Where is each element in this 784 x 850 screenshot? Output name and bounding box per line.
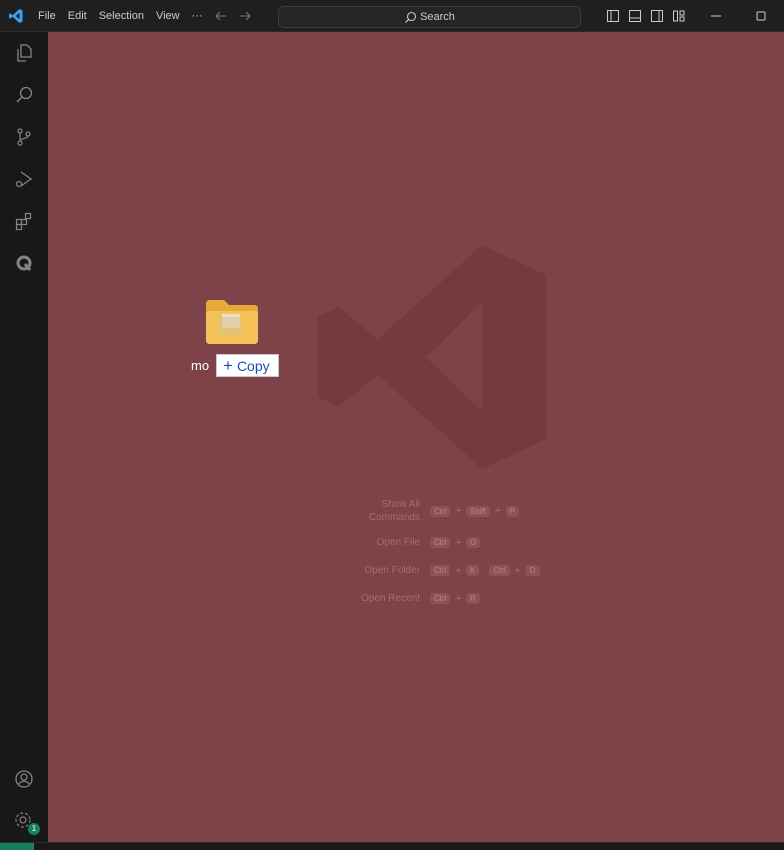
dragged-folder-label: mo	[191, 358, 210, 373]
plus-icon: +	[223, 356, 233, 375]
key-cap: Ctrl	[489, 565, 510, 576]
shortcut-row-open-folder: Open Folder Ctrl + K Ctrl + O	[346, 565, 542, 576]
key-cap: O	[466, 537, 481, 548]
menu-edit[interactable]: Edit	[62, 5, 93, 27]
key-cap: R	[466, 593, 480, 604]
key-cap: Ctrl	[430, 593, 451, 604]
menu-bar: File Edit Selection View ···	[32, 0, 209, 32]
vscode-logo-icon	[0, 0, 32, 32]
title-bar: File Edit Selection View ··· Search	[0, 0, 784, 32]
run-debug-icon[interactable]	[0, 158, 48, 200]
plus-separator: +	[454, 593, 462, 604]
vscode-watermark-logo	[318, 245, 546, 469]
copy-label: Copy	[236, 357, 270, 374]
toggle-secondary-sidebar-icon[interactable]	[646, 5, 668, 27]
shortcut-label: Show All	[381, 499, 420, 510]
forward-arrow-icon[interactable]	[233, 4, 257, 28]
account-icon[interactable]	[0, 758, 48, 800]
key-cap: P	[505, 505, 519, 517]
plus-separator: +	[454, 537, 462, 548]
maximize-icon[interactable]	[738, 0, 783, 32]
shortcut-label: Commands	[368, 512, 420, 523]
plus-separator: +	[454, 506, 462, 516]
extensions-icon[interactable]	[0, 200, 48, 242]
search-label: Search	[420, 11, 455, 23]
plus-separator: +	[494, 506, 502, 516]
key-cap: Ctrl	[430, 537, 451, 548]
manage-gear-icon[interactable]: 1	[0, 800, 48, 842]
explorer-icon[interactable]	[0, 32, 48, 74]
key-cap: Ctrl	[430, 505, 451, 517]
command-center-search[interactable]: Search	[278, 6, 581, 28]
plus-separator: +	[454, 565, 462, 576]
menu-view[interactable]: View	[150, 5, 186, 27]
activity-bar: 1	[0, 32, 48, 842]
key-cap: K	[466, 565, 480, 576]
key-cap: Shift	[466, 505, 491, 517]
minimize-icon[interactable]	[693, 0, 738, 32]
window-controls	[693, 0, 783, 32]
customize-layout-icon[interactable]	[668, 5, 690, 27]
extension-q-icon[interactable]	[0, 242, 48, 284]
key-cap: O	[525, 565, 540, 576]
key-cap: Ctrl	[430, 565, 451, 576]
dragged-folder-icon[interactable]	[206, 300, 258, 344]
search-icon	[405, 11, 417, 23]
shortcut-label: Open File	[376, 537, 420, 548]
layout-controls	[602, 0, 690, 32]
status-bar	[0, 842, 784, 850]
toggle-panel-icon[interactable]	[624, 5, 646, 27]
menu-selection[interactable]: Selection	[93, 5, 150, 27]
search-icon[interactable]	[0, 74, 48, 116]
editor-area: Show All Commands Ctrl + Shift + P Open …	[48, 32, 784, 842]
shortcut-label: Open Folder	[364, 565, 420, 576]
plus-separator: +	[513, 565, 522, 576]
manage-badge: 1	[28, 823, 40, 835]
source-control-icon[interactable]	[0, 116, 48, 158]
menu-file[interactable]: File	[32, 5, 62, 27]
shortcut-row-show-all-commands: Show All Commands Ctrl + Shift + P	[346, 498, 521, 524]
menu-more[interactable]: ···	[186, 5, 209, 27]
remote-indicator[interactable]	[0, 843, 34, 850]
back-arrow-icon[interactable]	[209, 4, 233, 28]
toggle-primary-sidebar-icon[interactable]	[602, 5, 624, 27]
shortcut-label: Open Recent	[361, 593, 420, 604]
shortcut-row-open-file: Open File Ctrl + O	[346, 537, 482, 548]
drag-copy-tooltip: + Copy	[216, 354, 279, 377]
shortcut-row-open-recent: Open Recent Ctrl + R	[346, 593, 482, 604]
